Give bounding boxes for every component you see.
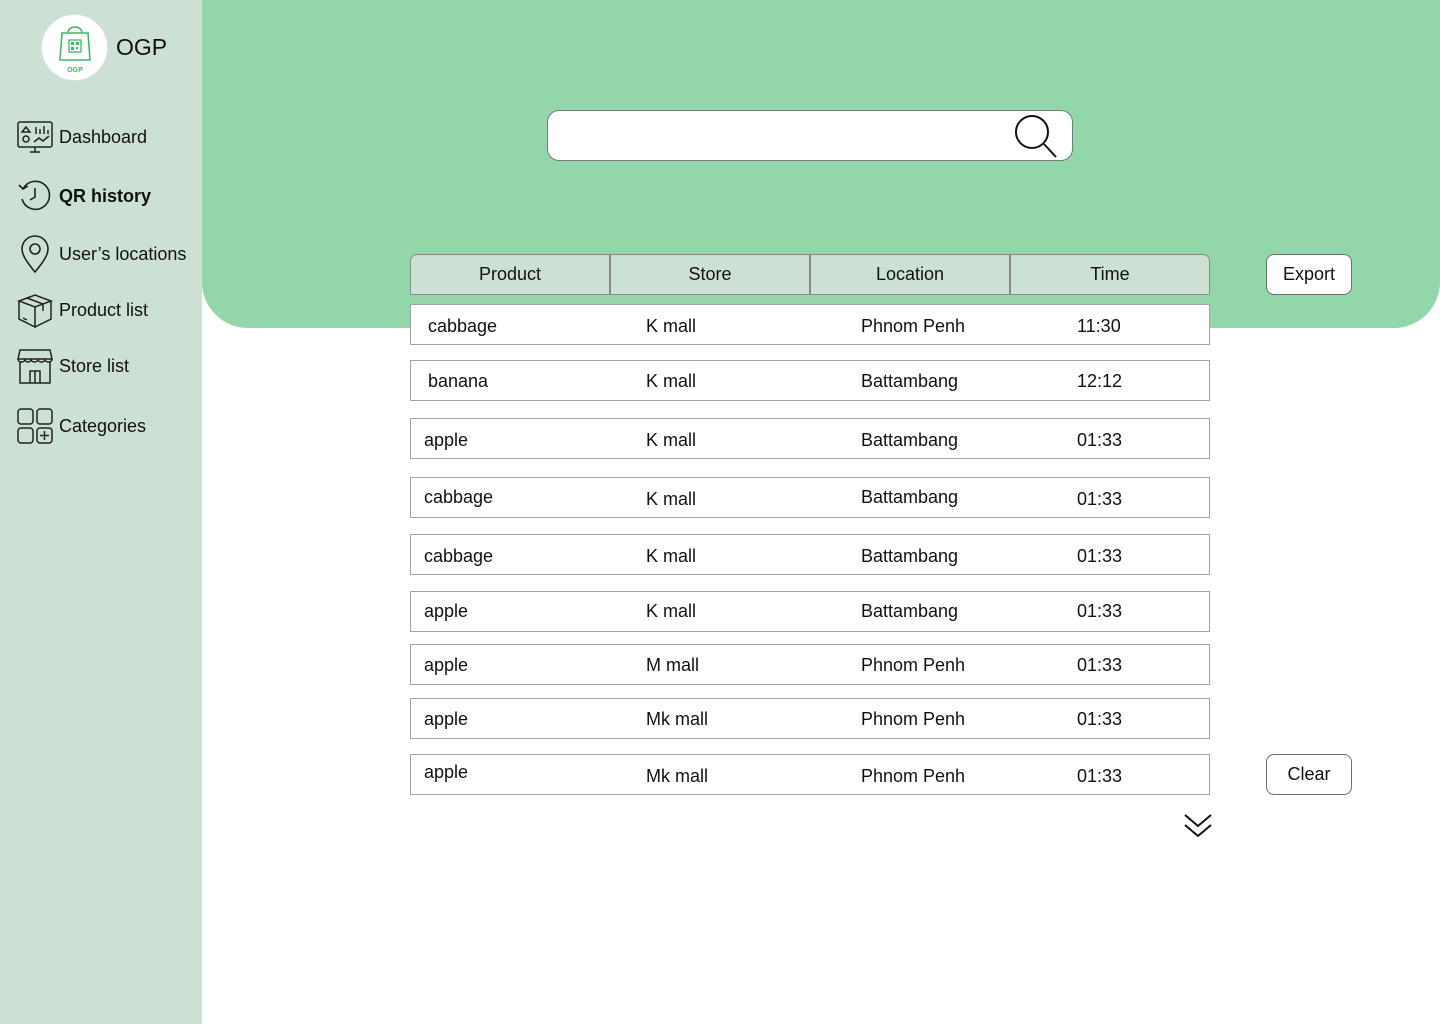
sidebar-item-label: Product list bbox=[59, 299, 149, 320]
sidebar-item-categories[interactable]: Categories bbox=[16, 406, 202, 446]
table-row[interactable]: cabbage K mall Battambang 01:33 bbox=[410, 477, 1210, 518]
sidebar-item-label: Store list bbox=[59, 355, 130, 376]
search-bar bbox=[547, 110, 1073, 161]
app-name: OGP bbox=[116, 34, 168, 60]
cell-time: 01:33 bbox=[1077, 489, 1123, 509]
sidebar-item-label: Dashboard bbox=[59, 126, 148, 147]
sidebar-item-qr-history[interactable]: QR history bbox=[16, 176, 202, 216]
cell-store: Mk mall bbox=[646, 709, 708, 729]
cell-store: K mall bbox=[646, 546, 697, 566]
location-pin-icon bbox=[16, 235, 54, 274]
sidebar-item-label: User’s locations bbox=[59, 243, 187, 264]
column-header-time[interactable]: Time bbox=[1010, 254, 1210, 295]
table-row[interactable]: apple Mk mall Phnom Penh 01:33 bbox=[410, 754, 1210, 795]
store-icon bbox=[16, 347, 54, 385]
cell-location: Phnom Penh bbox=[861, 709, 966, 729]
cell-store: K mall bbox=[646, 316, 697, 336]
cell-location: Battambang bbox=[861, 487, 959, 507]
cell-product: apple bbox=[424, 762, 469, 782]
dashboard-icon bbox=[16, 118, 54, 156]
table-row[interactable]: apple M mall Phnom Penh 01:33 bbox=[410, 644, 1210, 685]
cell-location: Phnom Penh bbox=[861, 316, 966, 336]
table-row[interactable]: banana K mall Battambang 12:12 bbox=[410, 360, 1210, 401]
cell-location: Phnom Penh bbox=[861, 766, 966, 786]
cell-store: K mall bbox=[646, 489, 697, 509]
column-header-product[interactable]: Product bbox=[410, 254, 610, 295]
sidebar: OGP OGP Dashboard QR history User’s loca… bbox=[0, 0, 202, 1024]
cell-product: apple bbox=[424, 430, 469, 450]
cell-product: cabbage bbox=[424, 487, 494, 507]
cell-location: Battambang bbox=[861, 601, 959, 621]
cell-product: apple bbox=[424, 709, 469, 729]
cell-store: K mall bbox=[646, 430, 697, 450]
cell-time: 01:33 bbox=[1077, 546, 1123, 566]
box-icon bbox=[16, 291, 54, 329]
sidebar-item-users-locations[interactable]: User’s locations bbox=[16, 234, 202, 274]
cell-location: Battambang bbox=[861, 371, 959, 391]
cell-time: 11:30 bbox=[1077, 316, 1121, 336]
cell-store: M mall bbox=[646, 655, 699, 675]
cell-location: Battambang bbox=[861, 430, 959, 450]
sidebar-item-product-list[interactable]: Product list bbox=[16, 290, 202, 330]
logo-text: OGP bbox=[67, 67, 83, 74]
cell-store: K mall bbox=[646, 601, 697, 621]
search-icon[interactable] bbox=[1014, 113, 1058, 159]
cell-store: K mall bbox=[646, 371, 697, 391]
sidebar-item-label: QR history bbox=[59, 185, 152, 206]
column-header-store[interactable]: Store bbox=[610, 254, 810, 295]
cell-product: cabbage bbox=[428, 316, 498, 336]
table-row[interactable]: apple K mall Battambang 01:33 bbox=[410, 591, 1210, 632]
table-row[interactable]: apple K mall Battambang 01:33 bbox=[410, 418, 1210, 459]
cell-product: cabbage bbox=[424, 546, 494, 566]
sidebar-item-store-list[interactable]: Store list bbox=[16, 346, 202, 386]
cell-store: Mk mall bbox=[646, 766, 708, 786]
cell-product: banana bbox=[428, 371, 489, 391]
categories-icon bbox=[16, 407, 54, 445]
cell-location: Phnom Penh bbox=[861, 655, 966, 675]
table-row[interactable]: apple Mk mall Phnom Penh 01:33 bbox=[410, 698, 1210, 739]
search-input[interactable] bbox=[562, 119, 1002, 153]
cell-time: 01:33 bbox=[1077, 601, 1123, 621]
cell-location: Battambang bbox=[861, 546, 959, 566]
cell-time: 01:33 bbox=[1077, 766, 1123, 786]
cell-time: 01:33 bbox=[1077, 430, 1123, 450]
table-row[interactable]: cabbage K mall Battambang 01:33 bbox=[410, 534, 1210, 575]
ogp-logo: OGP bbox=[41, 14, 108, 81]
table-row[interactable]: cabbage K mall Phnom Penh 11:30 bbox=[410, 304, 1210, 345]
column-header-location[interactable]: Location bbox=[810, 254, 1010, 295]
cell-time: 12:12 bbox=[1077, 371, 1123, 391]
cell-product: apple bbox=[424, 655, 469, 675]
cell-product: apple bbox=[424, 601, 469, 621]
cell-time: 01:33 bbox=[1077, 655, 1123, 675]
brand: OGP OGP bbox=[41, 14, 167, 81]
export-button[interactable]: Export bbox=[1266, 254, 1352, 295]
sidebar-item-dashboard[interactable]: Dashboard bbox=[16, 117, 202, 157]
sidebar-item-label: Categories bbox=[59, 415, 147, 436]
history-icon bbox=[16, 177, 54, 215]
cell-time: 01:33 bbox=[1077, 709, 1123, 729]
clear-button[interactable]: Clear bbox=[1266, 754, 1352, 795]
double-chevron-down-icon[interactable] bbox=[1183, 812, 1213, 840]
